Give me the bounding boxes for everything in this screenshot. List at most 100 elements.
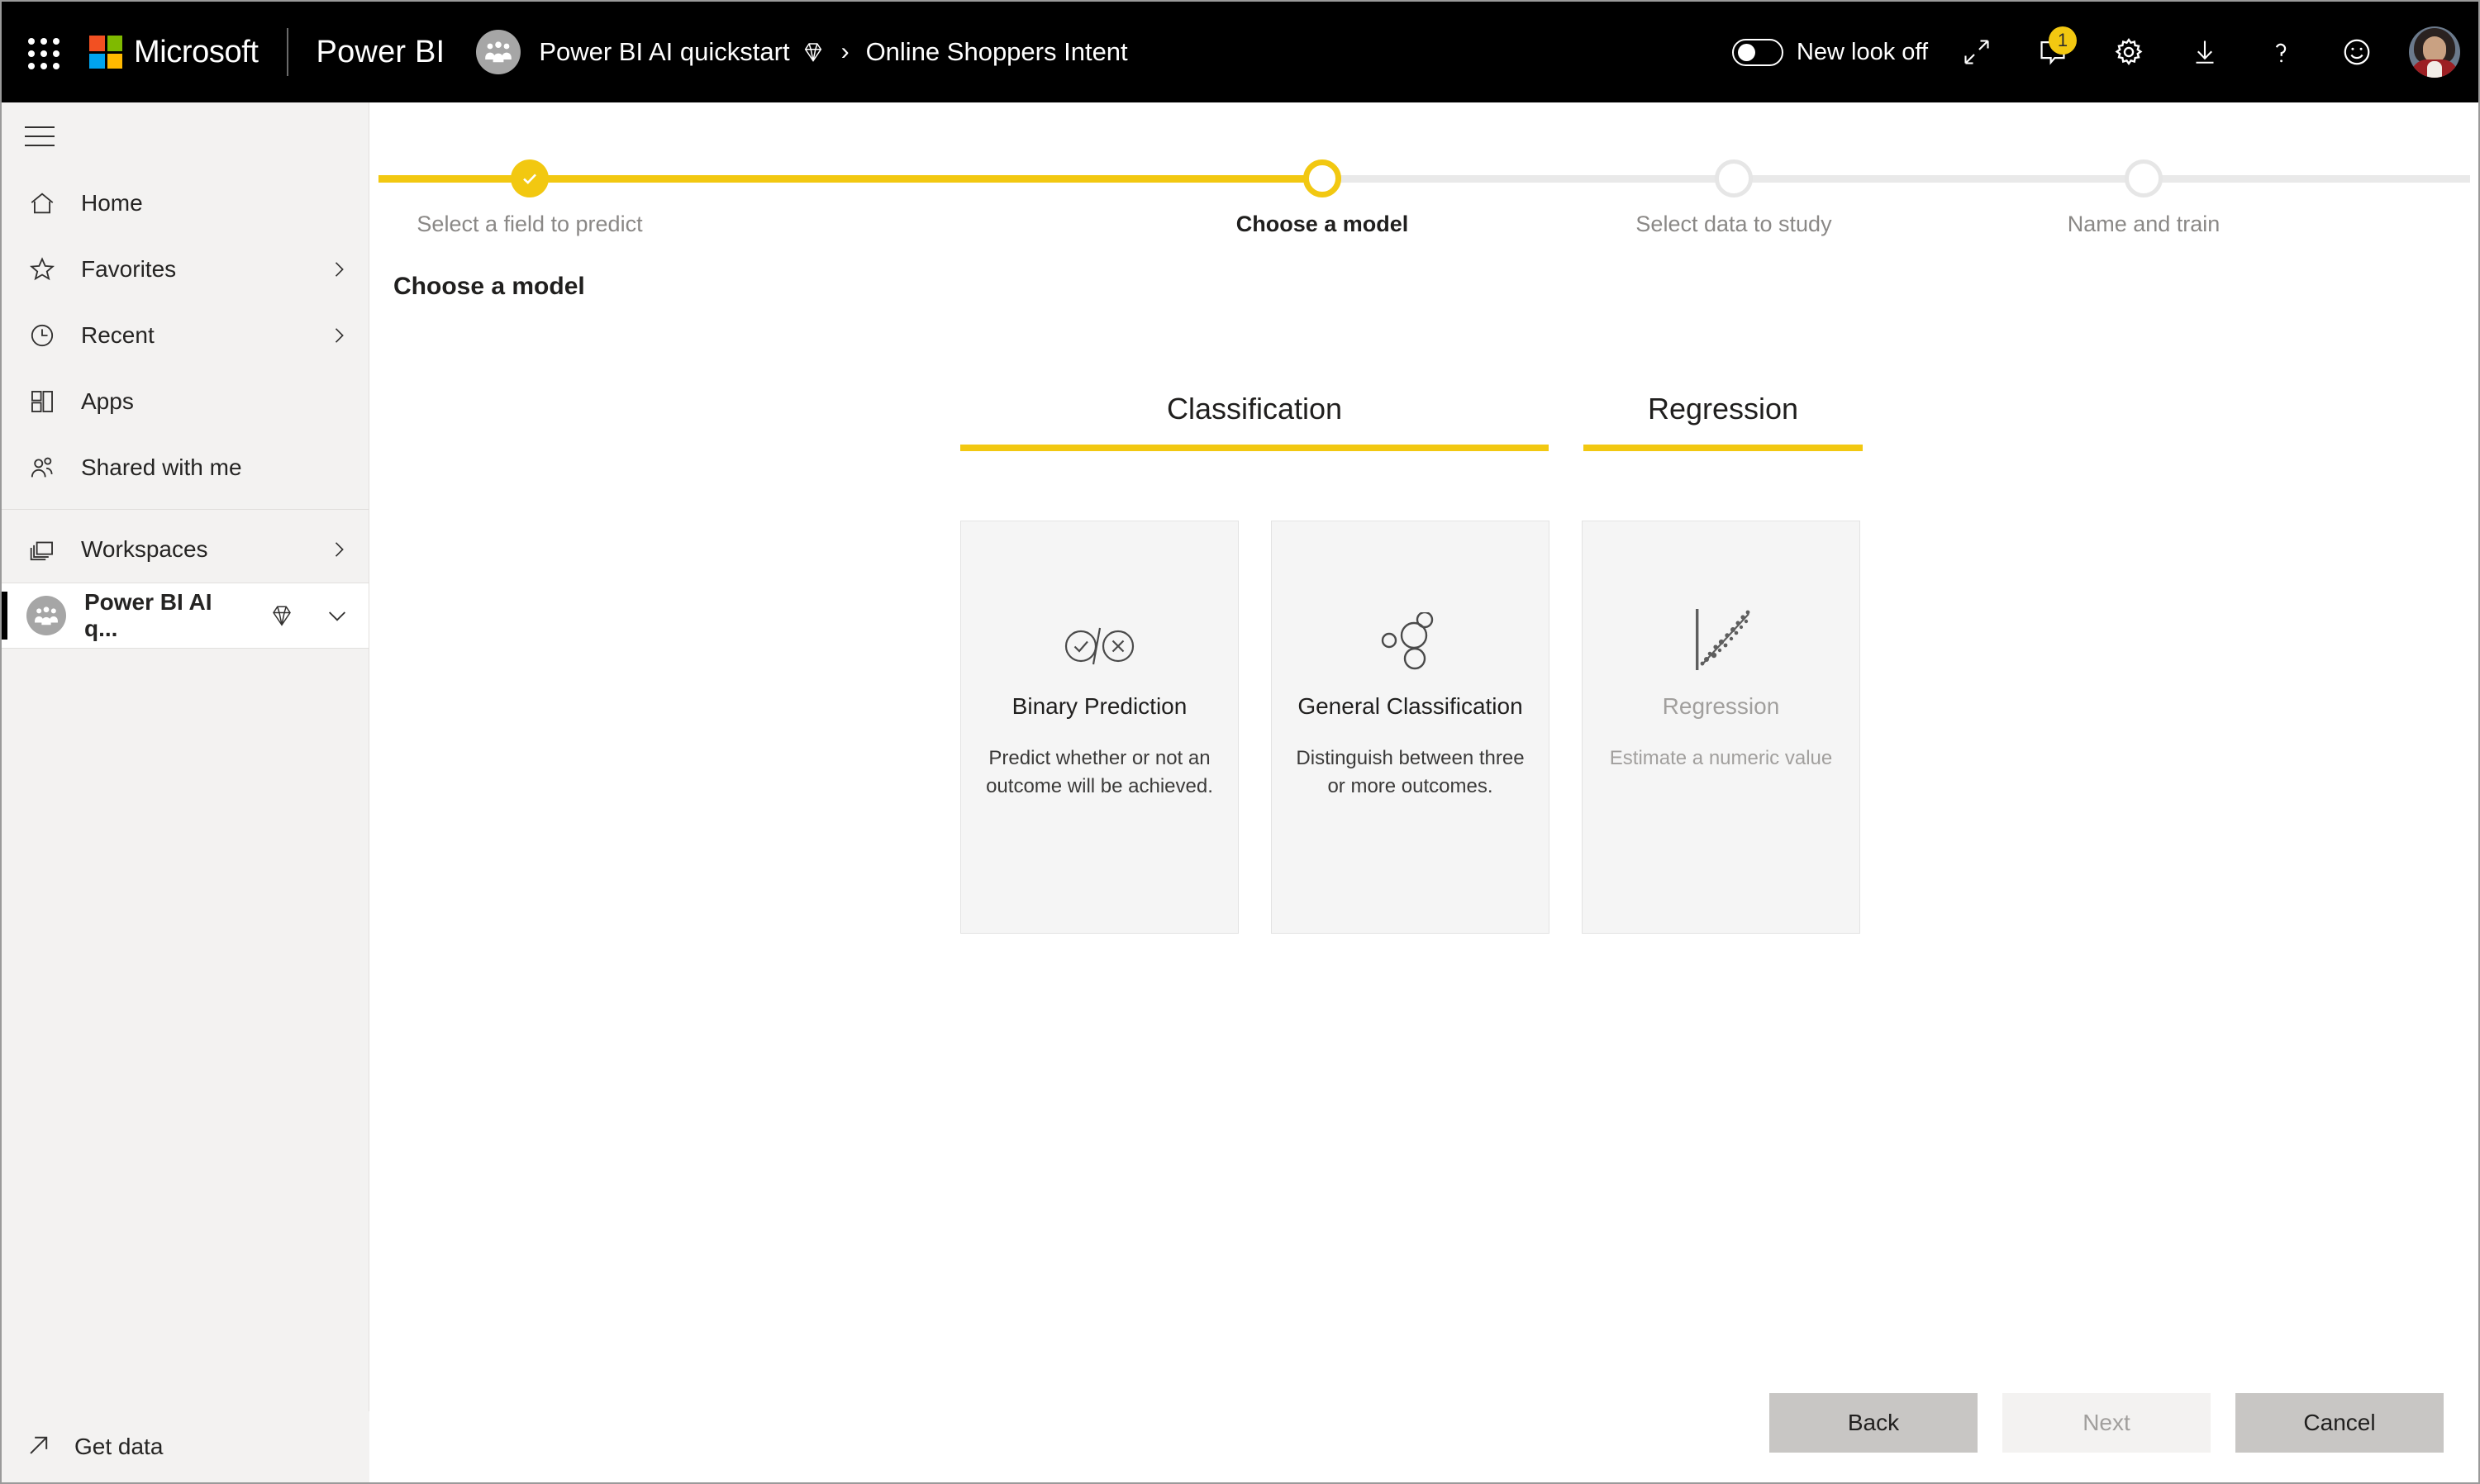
workspace-avatar bbox=[476, 30, 521, 74]
top-navigation-bar: Microsoft Power BI Power BI AI quickstar… bbox=[2, 2, 2478, 102]
new-look-toggle-label: New look off bbox=[1796, 38, 1928, 65]
sidebar-item-label: Shared with me bbox=[81, 454, 242, 480]
model-card-description: Estimate a numeric value bbox=[1609, 747, 1833, 769]
arrow-up-right-icon bbox=[25, 1431, 53, 1463]
workspaces-icon bbox=[25, 532, 60, 567]
step-indicator-done[interactable] bbox=[511, 159, 549, 197]
home-icon bbox=[25, 186, 60, 221]
check-cross-circles-icon bbox=[1064, 564, 1136, 672]
premium-diamond-icon bbox=[802, 40, 825, 64]
people-group-icon bbox=[35, 606, 58, 625]
step-label: Select a field to predict bbox=[417, 212, 643, 236]
notification-badge: 1 bbox=[2049, 26, 2077, 55]
chevron-right-icon[interactable] bbox=[327, 258, 350, 281]
active-indicator-bar bbox=[2, 592, 7, 640]
breadcrumb-separator: › bbox=[840, 38, 850, 65]
expand-icon[interactable] bbox=[1949, 25, 2004, 79]
sidebar-item-favorites[interactable]: Favorites bbox=[2, 236, 369, 302]
sidebar-item-label: Workspaces bbox=[81, 536, 208, 562]
step-indicator-todo[interactable] bbox=[1715, 159, 1753, 197]
star-icon bbox=[25, 252, 60, 287]
sidebar-item-shared-with-me[interactable]: Shared with me bbox=[2, 435, 369, 501]
scatter-plot-icon bbox=[1688, 564, 1754, 672]
sidebar-active-workspace[interactable]: Power BI AI q... bbox=[2, 583, 369, 649]
breadcrumb-current-item: Online Shoppers Intent bbox=[865, 37, 1128, 66]
user-avatar[interactable] bbox=[2409, 26, 2460, 78]
workspaces-section: Workspaces Power BI AI q... bbox=[2, 516, 369, 649]
tab-underline bbox=[1583, 445, 1863, 451]
model-card-title: General Classification bbox=[1297, 693, 1523, 719]
main-content: Select a field to predict Choose a model… bbox=[370, 102, 2478, 1482]
bubbles-icon bbox=[1378, 564, 1444, 672]
chevron-right-icon[interactable] bbox=[327, 538, 350, 561]
left-sidebar: Home Favorites Recent Apps Shared with m… bbox=[2, 102, 369, 1482]
step-label: Name and train bbox=[2067, 212, 2221, 236]
product-name[interactable]: Power BI bbox=[317, 35, 445, 70]
sidebar-item-label: Apps bbox=[81, 388, 134, 414]
sidebar-item-label: Favorites bbox=[81, 256, 177, 282]
sidebar-divider bbox=[2, 509, 369, 510]
topbar-actions: New look off 1 bbox=[1731, 25, 2478, 79]
microsoft-squares-icon bbox=[89, 36, 122, 69]
chevron-down-icon[interactable] bbox=[324, 602, 350, 629]
model-cards: Binary Prediction Predict whether or not… bbox=[960, 521, 1860, 934]
notifications-icon[interactable]: 1 bbox=[2025, 25, 2080, 79]
breadcrumb-workspace-link[interactable]: Power BI AI quickstart bbox=[539, 37, 789, 67]
model-card-description: Predict whether or not an outcome will b… bbox=[986, 747, 1213, 798]
get-data-button[interactable]: Get data bbox=[2, 1411, 369, 1482]
people-icon bbox=[25, 450, 60, 485]
next-button: Next bbox=[2002, 1393, 2211, 1453]
model-card-description: Distinguish between three or more outcom… bbox=[1296, 747, 1525, 798]
avatar-collar bbox=[2427, 61, 2442, 78]
step-label: Select data to study bbox=[1635, 212, 1832, 236]
wizard-stepper: Select a field to predict Choose a model… bbox=[370, 136, 2478, 236]
download-icon[interactable] bbox=[2178, 25, 2232, 79]
toggle-switch[interactable] bbox=[1731, 38, 1783, 66]
breadcrumb: Power BI AI quickstart › Online Shoppers… bbox=[539, 37, 1127, 67]
tab-classification[interactable]: Classification bbox=[960, 392, 1549, 451]
tab-label: Regression bbox=[1647, 392, 1799, 426]
smiley-icon[interactable] bbox=[2330, 25, 2384, 79]
tab-label: Classification bbox=[1166, 392, 1343, 426]
topbar-divider bbox=[286, 28, 288, 76]
model-card-title: Binary Prediction bbox=[1012, 693, 1188, 719]
check-icon bbox=[523, 174, 536, 184]
active-workspace-label: Power BI AI q... bbox=[84, 589, 212, 641]
tab-regression[interactable]: Regression bbox=[1583, 392, 1863, 451]
sidebar-item-home[interactable]: Home bbox=[2, 170, 369, 236]
model-card-general-classification[interactable]: General Classification Distinguish betwe… bbox=[1271, 521, 1549, 934]
app-launcher-icon[interactable] bbox=[17, 26, 68, 78]
back-button[interactable]: Back bbox=[1769, 1393, 1978, 1453]
step-indicator-todo[interactable] bbox=[2125, 159, 2163, 197]
workspace-people-avatar bbox=[26, 596, 66, 635]
tab-underline bbox=[960, 445, 1549, 451]
sidebar-item-label: Recent bbox=[81, 322, 155, 348]
hamburger-icon bbox=[25, 126, 55, 146]
sidebar-item-label: Home bbox=[81, 190, 143, 216]
diamond-icon bbox=[269, 603, 294, 628]
get-data-label: Get data bbox=[74, 1434, 164, 1459]
new-look-toggle[interactable]: New look off bbox=[1731, 38, 1928, 66]
help-icon[interactable] bbox=[2254, 25, 2308, 79]
microsoft-logo[interactable]: Microsoft bbox=[89, 35, 259, 70]
sidebar-item-workspaces[interactable]: Workspaces bbox=[2, 516, 369, 583]
sidebar-collapse-button[interactable] bbox=[2, 102, 369, 170]
model-card-binary-prediction[interactable]: Binary Prediction Predict whether or not… bbox=[960, 521, 1239, 934]
gear-icon[interactable] bbox=[2102, 25, 2156, 79]
chevron-right-icon[interactable] bbox=[327, 324, 350, 347]
page-title: Choose a model bbox=[393, 273, 585, 300]
step-indicator-active[interactable] bbox=[1303, 159, 1341, 197]
wizard-footer-buttons: Back Next Cancel bbox=[1769, 1393, 2444, 1453]
sidebar-item-recent[interactable]: Recent bbox=[2, 302, 369, 369]
microsoft-wordmark: Microsoft bbox=[134, 34, 259, 69]
step-label: Choose a model bbox=[1235, 212, 1409, 236]
sidebar-item-apps[interactable]: Apps bbox=[2, 369, 369, 435]
model-card-title: Regression bbox=[1662, 693, 1780, 719]
apps-icon bbox=[25, 384, 60, 419]
clock-icon bbox=[25, 318, 60, 353]
toggle-knob bbox=[1737, 43, 1755, 61]
people-group-icon bbox=[485, 41, 512, 63]
model-card-regression: Regression Estimate a numeric value bbox=[1582, 521, 1860, 934]
model-category-tabs: Classification Regression bbox=[960, 392, 1863, 451]
cancel-button[interactable]: Cancel bbox=[2235, 1393, 2444, 1453]
